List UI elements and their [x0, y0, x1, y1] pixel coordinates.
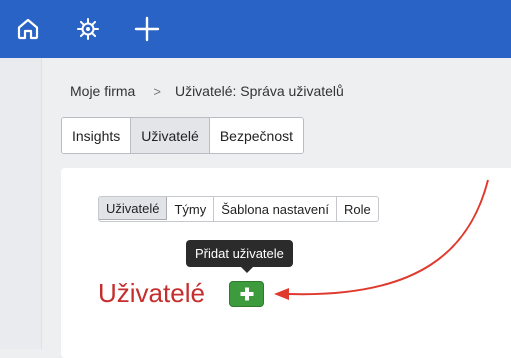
tab-security[interactable]: Bezpečnost: [209, 118, 304, 153]
top-navigation-bar: [0, 0, 511, 58]
breadcrumb-root[interactable]: Moje firma: [70, 83, 135, 99]
breadcrumb-current: Uživatelé: Správa uživatelů: [174, 83, 344, 99]
tab-users[interactable]: Uživatelé: [131, 118, 210, 153]
add-user-tooltip: Přidat uživatele: [186, 240, 293, 267]
subtab-settings-template[interactable]: Šablona nastavení: [214, 197, 337, 221]
sub-tab-bar: Uživatelé Týmy Šablona nastavení Role: [98, 196, 379, 222]
breadcrumb: Moje firma > Uživatelé: Správa uživatelů: [70, 82, 344, 100]
left-sidebar: [0, 58, 42, 349]
breadcrumb-separator: >: [153, 83, 161, 99]
subtab-roles[interactable]: Role: [337, 197, 378, 221]
plus-icon: [240, 287, 253, 301]
tab-insights[interactable]: Insights: [62, 118, 132, 153]
subtab-users[interactable]: Uživatelé: [98, 197, 168, 220]
helm-icon[interactable]: [73, 14, 103, 44]
main-tab-bar: Insights Uživatelé Bezpečnost: [61, 117, 305, 154]
add-user-button[interactable]: [229, 281, 264, 307]
page-title: Uživatelé: [98, 278, 205, 308]
plus-icon[interactable]: [132, 14, 162, 44]
subtab-teams[interactable]: Týmy: [167, 197, 215, 221]
tooltip-arrow: [241, 267, 253, 273]
home-icon[interactable]: [13, 14, 43, 44]
